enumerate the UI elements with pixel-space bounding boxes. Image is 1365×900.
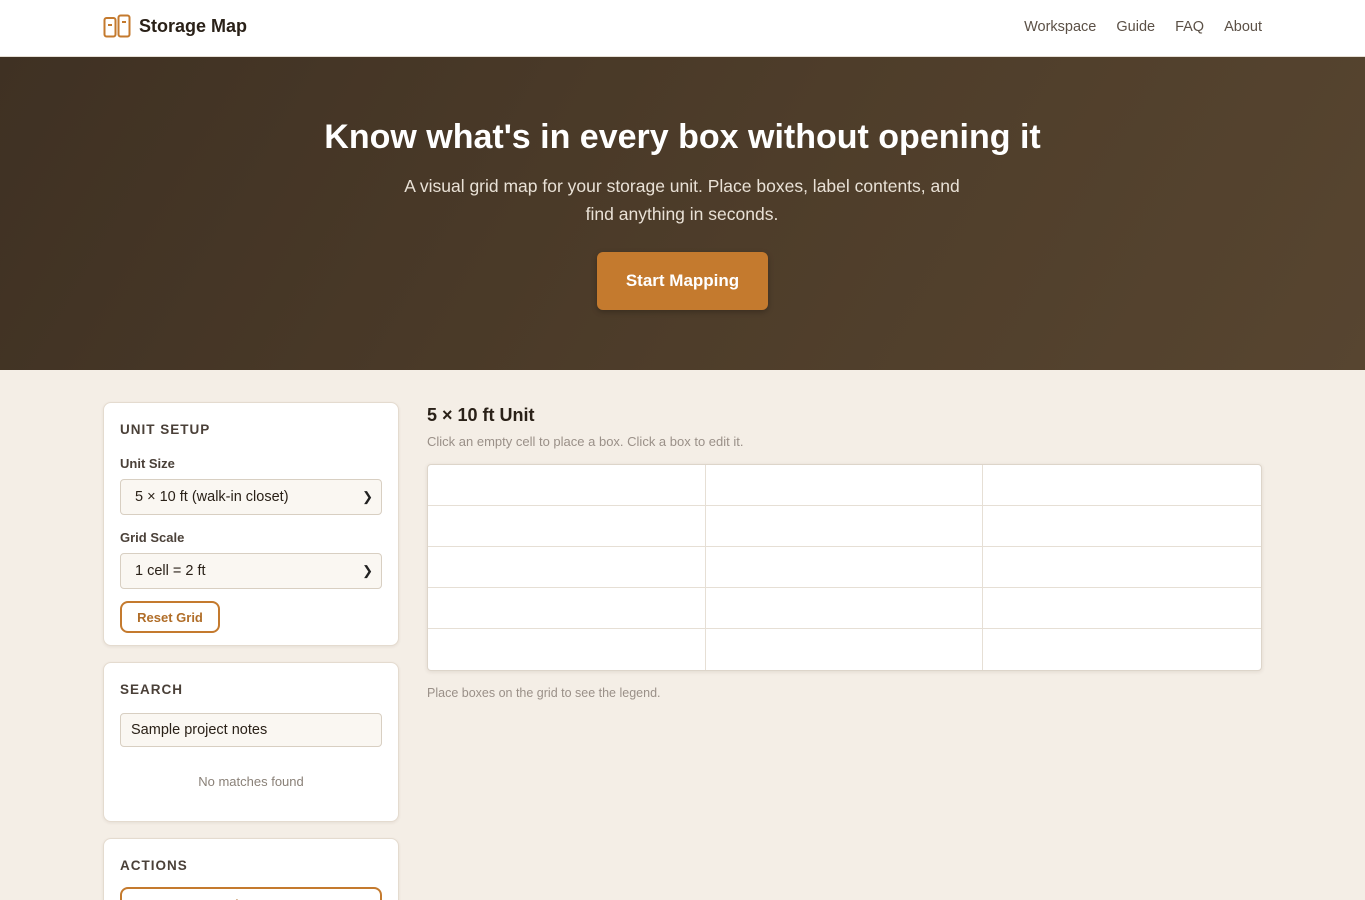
hero-section: Know what's in every box without opening…	[0, 57, 1365, 370]
unit-size-label: Unit Size	[120, 456, 175, 471]
top-navbar: Storage Map Workspace Guide FAQ About	[0, 0, 1365, 57]
grid-cell[interactable]	[983, 629, 1261, 670]
grid-hint: Click an empty cell to place a box. Clic…	[427, 434, 744, 449]
grid-cell[interactable]	[705, 465, 984, 506]
search-card: SEARCH No matches found	[103, 662, 399, 822]
search-input[interactable]	[120, 713, 382, 747]
grid-cell[interactable]	[705, 547, 984, 588]
actions-card: ACTIONS Print Map	[103, 838, 399, 900]
chevron-down-icon: ❯	[362, 563, 373, 578]
grid-cell[interactable]	[428, 588, 706, 629]
grid-cell[interactable]	[428, 629, 706, 670]
grid-cell[interactable]	[706, 629, 984, 670]
search-empty-text: No matches found	[198, 774, 304, 789]
actions-title: ACTIONS	[120, 858, 188, 873]
nav-link-guide[interactable]: Guide	[1116, 19, 1155, 35]
nav-link-faq[interactable]: FAQ	[1175, 19, 1204, 35]
hero-title: Know what's in every box without opening…	[324, 118, 1041, 156]
storage-grid	[427, 464, 1262, 671]
nav-link-workspace[interactable]: Workspace	[1024, 19, 1096, 35]
grid-cell[interactable]	[983, 506, 1261, 547]
grid-cell[interactable]	[983, 588, 1261, 629]
print-map-button[interactable]: Print Map	[120, 887, 382, 900]
grid-scale-label: Grid Scale	[120, 530, 185, 545]
unit-setup-title: UNIT SETUP	[120, 422, 211, 437]
nav-link-about[interactable]: About	[1224, 19, 1262, 35]
search-title: SEARCH	[120, 682, 184, 697]
grid-scale-value: 1 cell = 2 ft	[135, 563, 206, 579]
unit-size-value: 5 × 10 ft (walk-in closet)	[135, 489, 289, 505]
brand-name: Storage Map	[139, 15, 248, 36]
brand[interactable]: Storage Map	[103, 14, 247, 38]
unit-setup-card: UNIT SETUP Unit Size 5 × 10 ft (walk-in …	[103, 402, 399, 646]
legend-text: Place boxes on the grid to see the legen…	[427, 686, 661, 700]
grid-cell[interactable]	[705, 588, 984, 629]
grid-cell[interactable]	[428, 547, 706, 588]
grid-cell[interactable]	[705, 506, 984, 547]
grid-cell[interactable]	[983, 465, 1261, 506]
storage-boxes-icon	[103, 14, 131, 38]
reset-grid-button[interactable]: Reset Grid	[120, 601, 220, 633]
unit-title: 5 × 10 ft Unit	[427, 405, 535, 425]
unit-size-select[interactable]: 5 × 10 ft (walk-in closet) ❯	[120, 479, 382, 515]
grid-cell[interactable]	[983, 547, 1261, 588]
main-nav: Workspace Guide FAQ About	[1004, 19, 1262, 35]
grid-cell[interactable]	[428, 506, 706, 547]
grid-cell[interactable]	[428, 465, 706, 506]
hero-subtitle: A visual grid map for your storage unit.…	[404, 176, 960, 224]
start-mapping-button[interactable]: Start Mapping	[597, 252, 768, 310]
chevron-down-icon: ❯	[362, 489, 373, 504]
grid-scale-select[interactable]: 1 cell = 2 ft ❯	[120, 553, 382, 589]
